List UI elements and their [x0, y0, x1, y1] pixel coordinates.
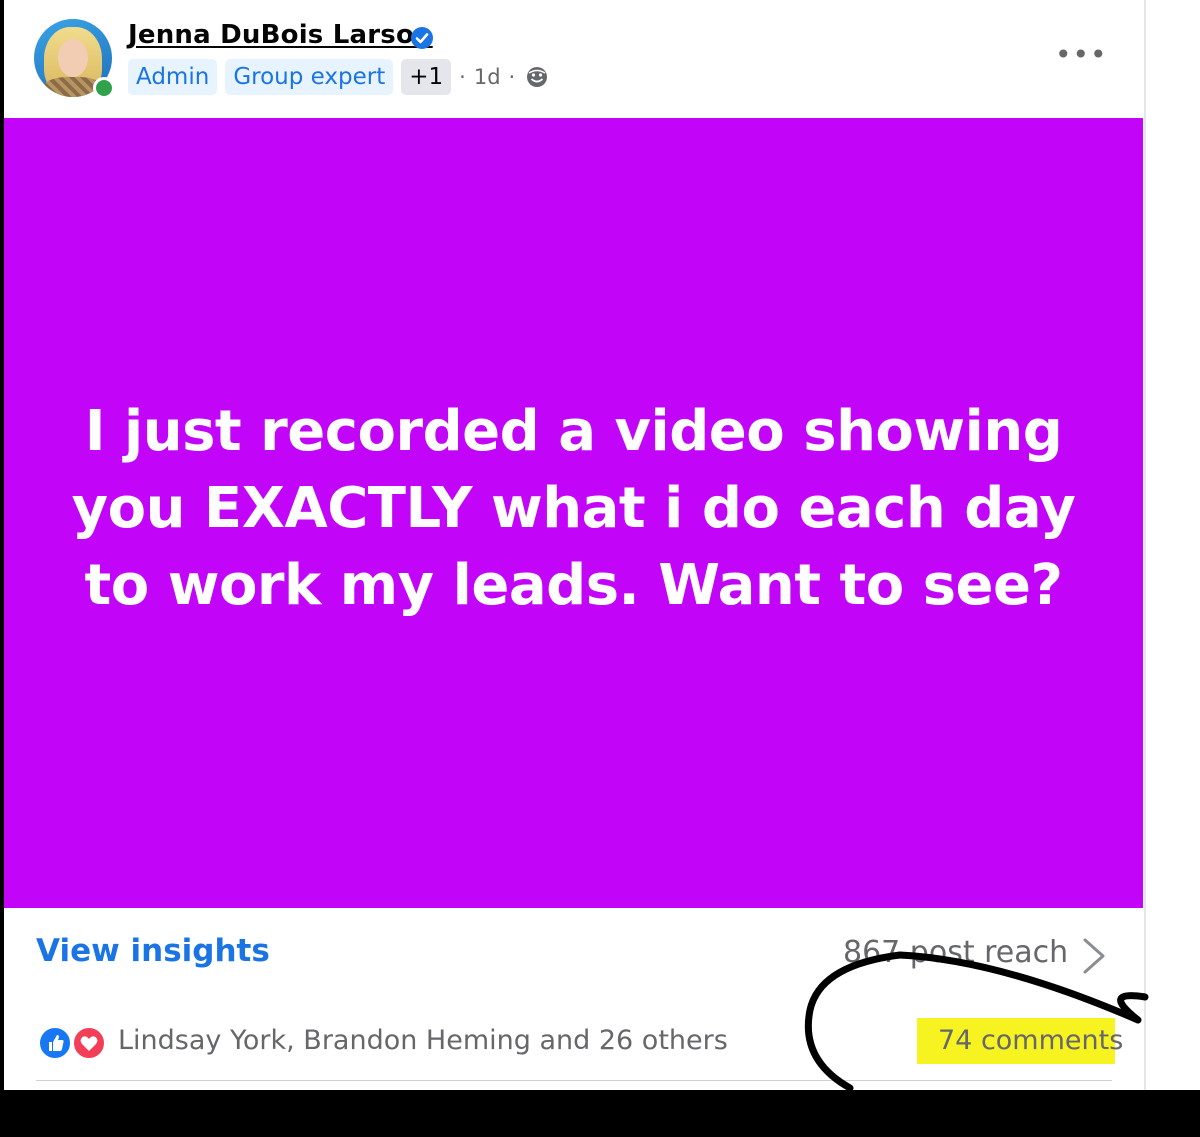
- globe-icon: [527, 67, 548, 87]
- badge-group-expert[interactable]: Group expert: [225, 59, 394, 95]
- like-icon: [38, 1026, 72, 1060]
- divider: [36, 1080, 1112, 1081]
- post-reach[interactable]: 867 post reach: [843, 935, 1068, 970]
- badge-admin[interactable]: Admin: [128, 59, 218, 95]
- meta-separator: ·: [508, 65, 516, 89]
- side-panel-edge: [1144, 0, 1200, 1090]
- chevron-right-icon[interactable]: [1079, 935, 1109, 977]
- post-timestamp[interactable]: 1d: [474, 65, 501, 89]
- author-avatar[interactable]: [34, 19, 115, 99]
- verified-badge-icon: [411, 27, 433, 49]
- post-background: I just recorded a video showing you EXAC…: [4, 118, 1143, 908]
- reaction-icons[interactable]: [38, 1026, 108, 1060]
- post-text: I just recorded a video showing you EXAC…: [71, 398, 1076, 618]
- avatar-face: [58, 39, 88, 77]
- online-status-dot: [93, 77, 115, 99]
- author-badges: Admin Group expert +1 · 1d ·: [128, 59, 549, 95]
- badge-more[interactable]: +1: [401, 59, 452, 95]
- comments-count[interactable]: 74 comments: [938, 1025, 1123, 1056]
- view-insights-link[interactable]: View insights: [36, 933, 270, 969]
- reaction-summary[interactable]: Lindsay York, Brandon Heming and 26 othe…: [118, 1025, 728, 1056]
- meta-separator: ·: [459, 65, 466, 89]
- author-name-link[interactable]: Jenna DuBois Larson: [128, 20, 433, 50]
- more-options-icon[interactable]: •••: [1055, 38, 1107, 71]
- love-icon: [72, 1026, 106, 1060]
